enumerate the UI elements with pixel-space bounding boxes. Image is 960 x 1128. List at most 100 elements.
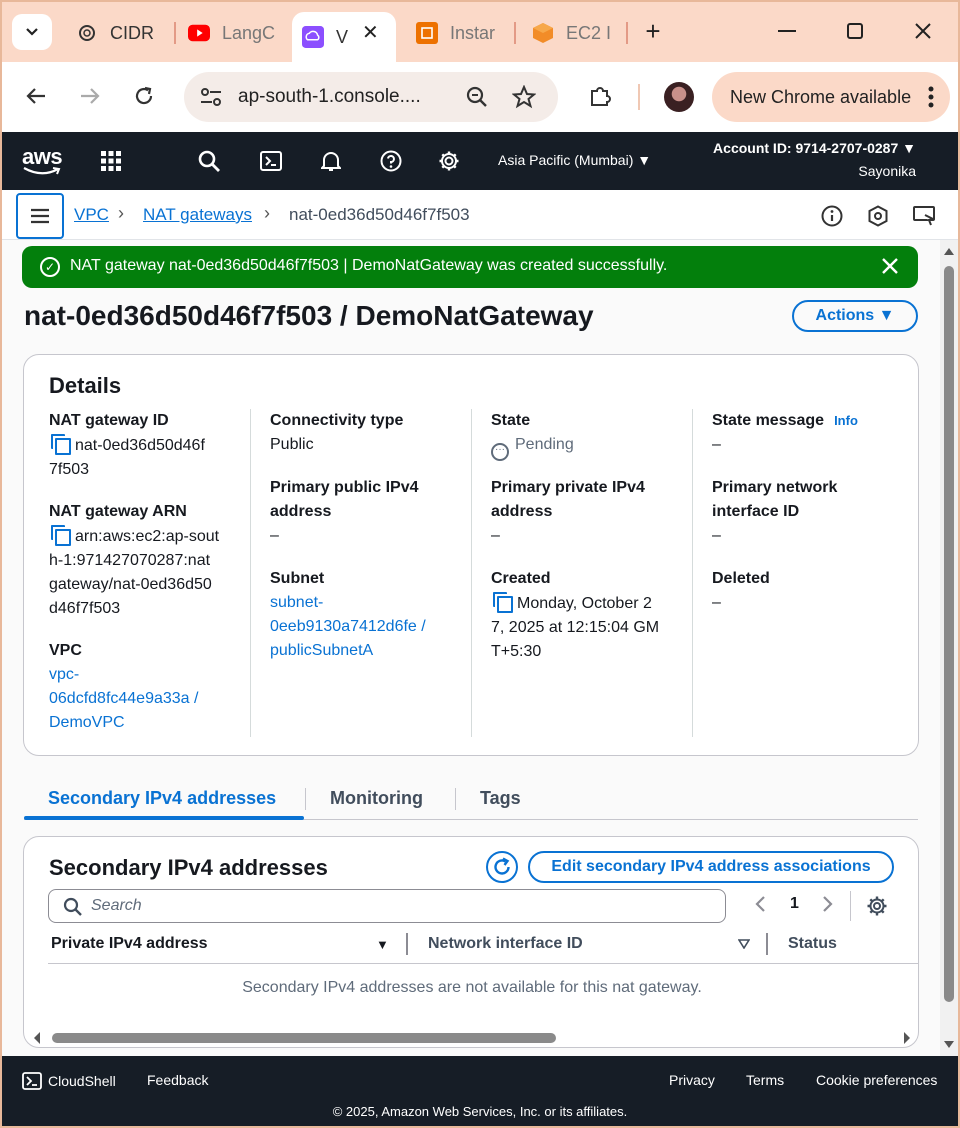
cookie-preferences-link[interactable]: Cookie preferences bbox=[816, 1072, 937, 1088]
settings-button[interactable] bbox=[436, 148, 462, 174]
column-header-status[interactable]: Status bbox=[788, 935, 837, 953]
forward-button[interactable] bbox=[74, 80, 106, 112]
address-bar[interactable]: ap-south-1.console.... bbox=[184, 72, 558, 122]
close-tab-icon[interactable]: ✕ bbox=[362, 20, 379, 45]
tab-secondary-ipv4[interactable]: Secondary IPv4 addresses bbox=[48, 788, 276, 809]
tab-ec2[interactable]: EC2 I bbox=[532, 12, 616, 54]
actions-dropdown-button[interactable]: Actions ▼ bbox=[792, 300, 918, 332]
cloudshell-link[interactable]: CloudShell bbox=[22, 1072, 116, 1090]
scroll-right-arrow-icon[interactable] bbox=[902, 1031, 912, 1047]
feedback-link[interactable]: Feedback bbox=[147, 1072, 208, 1088]
side-nav-toggle[interactable] bbox=[16, 193, 64, 239]
breadcrumb-vpc[interactable]: VPC bbox=[74, 205, 109, 225]
vpc-link[interactable]: vpc- 06dcfd8fc44e9a33a / DemoVPC bbox=[49, 663, 198, 735]
region-selector[interactable]: Asia Pacific (Mumbai) ▼ bbox=[498, 152, 651, 168]
refresh-button[interactable] bbox=[486, 851, 518, 883]
copy-icon[interactable] bbox=[49, 524, 71, 546]
state-value: ··· Pending bbox=[491, 433, 574, 461]
more-vertical-icon[interactable] bbox=[928, 86, 934, 108]
current-page-number[interactable]: 1 bbox=[790, 895, 799, 913]
arn-line-2: h-1:971427070287:nat bbox=[49, 552, 211, 569]
minimize-button[interactable] bbox=[772, 16, 802, 46]
back-arrow-icon bbox=[26, 88, 45, 104]
reload-button[interactable] bbox=[128, 80, 160, 112]
pager-divider bbox=[850, 891, 851, 921]
copy-icon[interactable] bbox=[49, 433, 71, 455]
horizontal-scrollbar[interactable] bbox=[32, 1029, 916, 1047]
tab-cidr[interactable]: CIDR bbox=[76, 12, 172, 54]
tab-monitoring[interactable]: Monitoring bbox=[330, 788, 423, 809]
subnet-link[interactable]: subnet- 0eeb9130a7412d6fe / publicSubnet… bbox=[270, 591, 426, 663]
info-link[interactable]: Info bbox=[834, 413, 858, 428]
page-vertical-scrollbar[interactable] bbox=[940, 240, 958, 1056]
pub-ip-label-line-1: Primary public IPv4 bbox=[270, 479, 419, 496]
extensions-button[interactable] bbox=[584, 80, 616, 112]
primary-private-ip-value: – bbox=[491, 527, 500, 544]
vertical-scroll-thumb[interactable] bbox=[944, 266, 954, 1002]
secondary-ipv4-title: Secondary IPv4 addresses bbox=[49, 855, 328, 880]
tab-search-button[interactable] bbox=[12, 14, 52, 50]
bell-icon bbox=[321, 152, 341, 171]
empty-table-message: Secondary IPv4 addresses are not availab… bbox=[242, 979, 702, 996]
search-button[interactable] bbox=[196, 148, 222, 174]
column-header-network-interface[interactable]: Network interface ID bbox=[428, 935, 583, 953]
horizontal-scroll-thumb[interactable] bbox=[52, 1033, 556, 1043]
created-value: Monday, October 2 7, 2025 at 12:15:04 GM… bbox=[491, 591, 659, 664]
scroll-up-arrow-icon[interactable] bbox=[943, 246, 955, 259]
info-panel-button[interactable] bbox=[820, 204, 844, 228]
column-header-private-ipv4[interactable]: Private IPv4 address bbox=[51, 935, 208, 953]
terms-link[interactable]: Terms bbox=[746, 1072, 784, 1088]
terminal-icon bbox=[260, 151, 282, 171]
scroll-left-arrow-icon[interactable] bbox=[32, 1031, 42, 1047]
created-line-3: T+5:30 bbox=[491, 643, 542, 660]
tab-langc[interactable]: LangC bbox=[188, 12, 278, 54]
column-resizer[interactable] bbox=[406, 933, 408, 955]
scroll-down-arrow-icon[interactable] bbox=[943, 1040, 955, 1053]
previous-page-button[interactable] bbox=[754, 895, 766, 918]
bookmark-star-icon[interactable] bbox=[512, 85, 536, 109]
chevron-right-icon bbox=[823, 896, 833, 912]
details-title: Details bbox=[49, 373, 122, 398]
nat-arn-value: arn:aws:ec2:ap-sout h-1:971427070287:nat… bbox=[49, 524, 219, 621]
copy-icon[interactable] bbox=[491, 591, 513, 613]
search-field[interactable] bbox=[48, 889, 726, 923]
state-message-label: State message Info bbox=[712, 409, 858, 433]
close-window-button[interactable] bbox=[908, 16, 938, 46]
tab-vpc[interactable]: V ✕ bbox=[292, 12, 396, 62]
sort-down-outline-icon[interactable] bbox=[738, 939, 750, 949]
search-input[interactable] bbox=[91, 896, 691, 916]
profile-avatar[interactable] bbox=[664, 82, 694, 112]
aws-smile-icon bbox=[23, 167, 61, 175]
services-grid-button[interactable] bbox=[98, 148, 124, 174]
primary-public-ip-label: Primary public IPv4 address bbox=[270, 476, 419, 524]
back-button[interactable] bbox=[20, 80, 52, 112]
privacy-link[interactable]: Privacy bbox=[669, 1072, 715, 1088]
connectivity-type-value: Public bbox=[270, 436, 314, 453]
tab-label: CIDR bbox=[110, 22, 154, 43]
dismiss-flash-button[interactable] bbox=[882, 254, 898, 280]
column-resizer[interactable] bbox=[766, 933, 768, 955]
breadcrumb-nat-gateways[interactable]: NAT gateways bbox=[143, 205, 252, 225]
sort-down-filled-icon[interactable]: ▼ bbox=[376, 937, 389, 952]
state-message-value: – bbox=[712, 436, 721, 453]
next-page-button[interactable] bbox=[822, 895, 834, 918]
maximize-button[interactable] bbox=[840, 16, 870, 46]
cloudshell-button[interactable] bbox=[258, 148, 284, 174]
help-button[interactable] bbox=[378, 148, 404, 174]
edit-secondary-ipv4-button[interactable]: Edit secondary IPv4 address associations bbox=[528, 851, 894, 883]
zoom-icon[interactable] bbox=[466, 86, 488, 108]
tab-tags[interactable]: Tags bbox=[480, 788, 521, 809]
vpc-label: VPC bbox=[49, 642, 82, 659]
new-tab-button[interactable]: + bbox=[638, 16, 668, 46]
account-menu[interactable]: Account ID: 9714-2707-0287 ▼ bbox=[713, 140, 916, 156]
notifications-button[interactable] bbox=[318, 148, 344, 174]
gear-icon bbox=[439, 151, 459, 171]
close-icon bbox=[915, 23, 931, 39]
preferences-gear-icon[interactable] bbox=[866, 895, 888, 917]
aws-logo[interactable]: aws bbox=[22, 144, 63, 175]
new-chrome-available-button[interactable]: New Chrome available bbox=[712, 72, 950, 122]
site-info-icon[interactable] bbox=[200, 87, 222, 107]
feedback-panel-button[interactable] bbox=[912, 204, 936, 228]
security-panel-button[interactable] bbox=[866, 204, 890, 228]
tab-instances[interactable]: Instar bbox=[416, 12, 506, 54]
